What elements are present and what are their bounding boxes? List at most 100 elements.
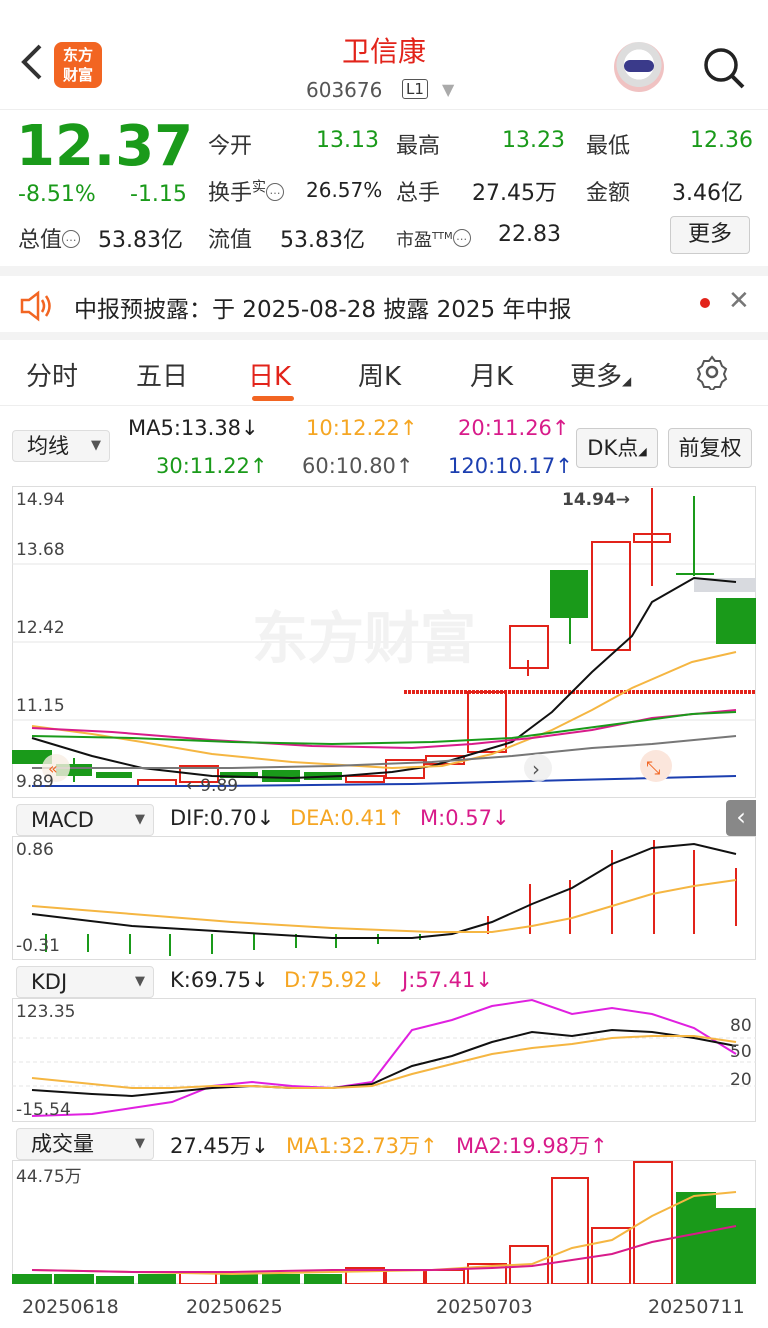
high-label: 最高 [396,134,441,159]
ma5-value: MA5:13.38↓ [128,416,259,440]
change-pct: -8.51% [18,182,96,207]
float-value: 53.83亿 [280,228,365,253]
high-value: 13.23 [502,128,565,153]
section-divider [0,332,768,340]
kdj-j: J:57.41↓ [402,968,493,992]
date-label: 20250618 [22,1296,119,1318]
stock-detail-screen: 东方 财富 卫信康 603676 L1 ▼ 12.37 -8.51% -1.15 … [0,0,768,1328]
mktcap-value: 53.83亿 [98,228,183,253]
volume-ma1: MA1:32.73万↑ [286,1134,438,1158]
macd-axis-label: -0.31 [16,936,60,956]
kdj-chart[interactable] [12,998,756,1122]
kdj-level-label: 80 [730,1016,752,1036]
volume-label: 总手 [396,181,441,206]
info-icon[interactable]: … [266,183,285,201]
kdj-level-label: 20 [730,1070,752,1090]
j-line [31,998,737,1117]
volume-value: 27.45万 [472,181,557,206]
tab-five-day[interactable]: 五日 [136,356,188,393]
amount-label: 金额 [586,181,631,206]
unread-dot [700,298,710,308]
watermark: 东方财富 [252,607,476,672]
more-button[interactable]: 更多 [670,216,750,254]
change-value: -1.15 [130,182,187,207]
volume-chart[interactable] [12,1160,756,1284]
ma60-value: 60:10.80↑ [302,454,414,478]
kdj-axis-label: 123.35 [16,1002,76,1022]
date-label: 20250703 [436,1296,533,1318]
info-icon[interactable]: … [452,229,471,247]
dea-line [31,879,737,933]
level-badge[interactable]: L1 [402,79,428,99]
macd-select[interactable]: MACD ▼ [16,804,154,836]
amount-value: 3.46亿 [672,181,743,206]
volume-value: 27.45万↓ [170,1134,269,1158]
assistant-robot-icon[interactable] [614,42,664,92]
macd-dea: DEA:0.41↑ [290,806,405,830]
float-label: 流值 [208,228,253,253]
stock-code: 603676 [306,78,383,102]
turnover-label: 换手实… [208,175,285,207]
y-axis-label: 14.94 [16,490,65,510]
low-label: 最低 [586,134,631,159]
date-label: 20250711 [648,1296,745,1318]
kline-chart[interactable]: 东方财富 « › ⤡ [12,486,756,798]
ma30-line [31,711,737,746]
ma120-value: 120:10.17↑ [448,454,573,478]
notice-text: 中报预披露：于 2025-08-28 披露 2025 年中报 [74,297,572,323]
current-price: 12.37 [16,114,194,179]
kdj-d: D:75.92↓ [284,968,385,992]
pe-label: 市盈TTM… [396,226,471,252]
indicator-select[interactable]: 均线 ▼ [12,430,110,462]
svg-text:⤡: ⤡ [646,758,660,779]
macd-m: M:0.57↓ [420,806,510,830]
tab-intraday[interactable]: 分时 [26,356,78,393]
adjust-button[interactable]: 前复权 [668,428,752,468]
open-label: 今开 [208,134,253,159]
turnover-value: 26.57% [306,178,383,202]
pe-value: 22.83 [498,222,561,247]
kdj-select[interactable]: KDJ ▼ [16,966,154,998]
tab-more[interactable]: 更多◢ [570,356,631,393]
ma10-value: 10:12.22↑ [306,416,418,440]
ma30-value: 30:11.22↑ [156,454,268,478]
low-marker: ←9.89 [186,776,239,796]
period-tabs: 分时 五日 日K 周K 月K 更多◢ [0,340,768,406]
y-axis-label: 11.15 [16,696,65,716]
speaker-icon [18,288,54,328]
macd-chart[interactable] [12,836,756,960]
volume-select[interactable]: 成交量 ▼ [16,1128,154,1160]
macd-axis-label: 0.86 [16,840,54,860]
info-icon[interactable]: … [62,230,81,248]
tab-daily-k[interactable]: 日K [248,356,291,393]
macd-dif: DIF:0.70↓ [170,806,275,830]
kdj-axis-label: -15.54 [16,1100,71,1120]
volume-ma2: MA2:19.98万↑ [456,1134,608,1158]
active-tab-indicator [252,396,294,401]
high-marker: 14.94→ [562,490,631,510]
y-axis-label: 13.68 [16,540,65,560]
y-axis-label: 9.89 [16,772,54,792]
tab-weekly-k[interactable]: 周K [358,356,401,393]
kdj-level-label: 50 [730,1042,752,1062]
mktcap-label: 总值… [18,222,81,254]
search-icon[interactable] [702,46,745,89]
date-label: 20250625 [186,1296,283,1318]
dif-line [31,842,737,939]
y-axis-label: 12.42 [16,618,65,638]
notice-bar[interactable]: 中报预披露：于 2025-08-28 披露 2025 年中报 ✕ [0,280,768,340]
settings-gear-icon[interactable] [694,354,730,394]
low-value: 12.36 [690,128,753,153]
corner-arrow-icon: ◢ [622,374,632,388]
close-icon[interactable]: ✕ [728,286,750,316]
tab-monthly-k[interactable]: 月K [470,356,513,393]
svg-text:›: › [532,757,540,781]
chevron-down-icon[interactable]: ▼ [442,80,454,99]
header: 东方 财富 卫信康 603676 L1 ▼ [0,0,768,110]
volume-axis-label: 44.75万 [16,1167,82,1187]
section-divider [0,266,768,276]
dk-point-button[interactable]: DK点◢ [576,428,658,468]
open-value: 13.13 [316,128,379,153]
ma20-value: 20:11.26↑ [458,416,570,440]
collapse-arrow-icon[interactable]: ‹ [726,800,756,836]
